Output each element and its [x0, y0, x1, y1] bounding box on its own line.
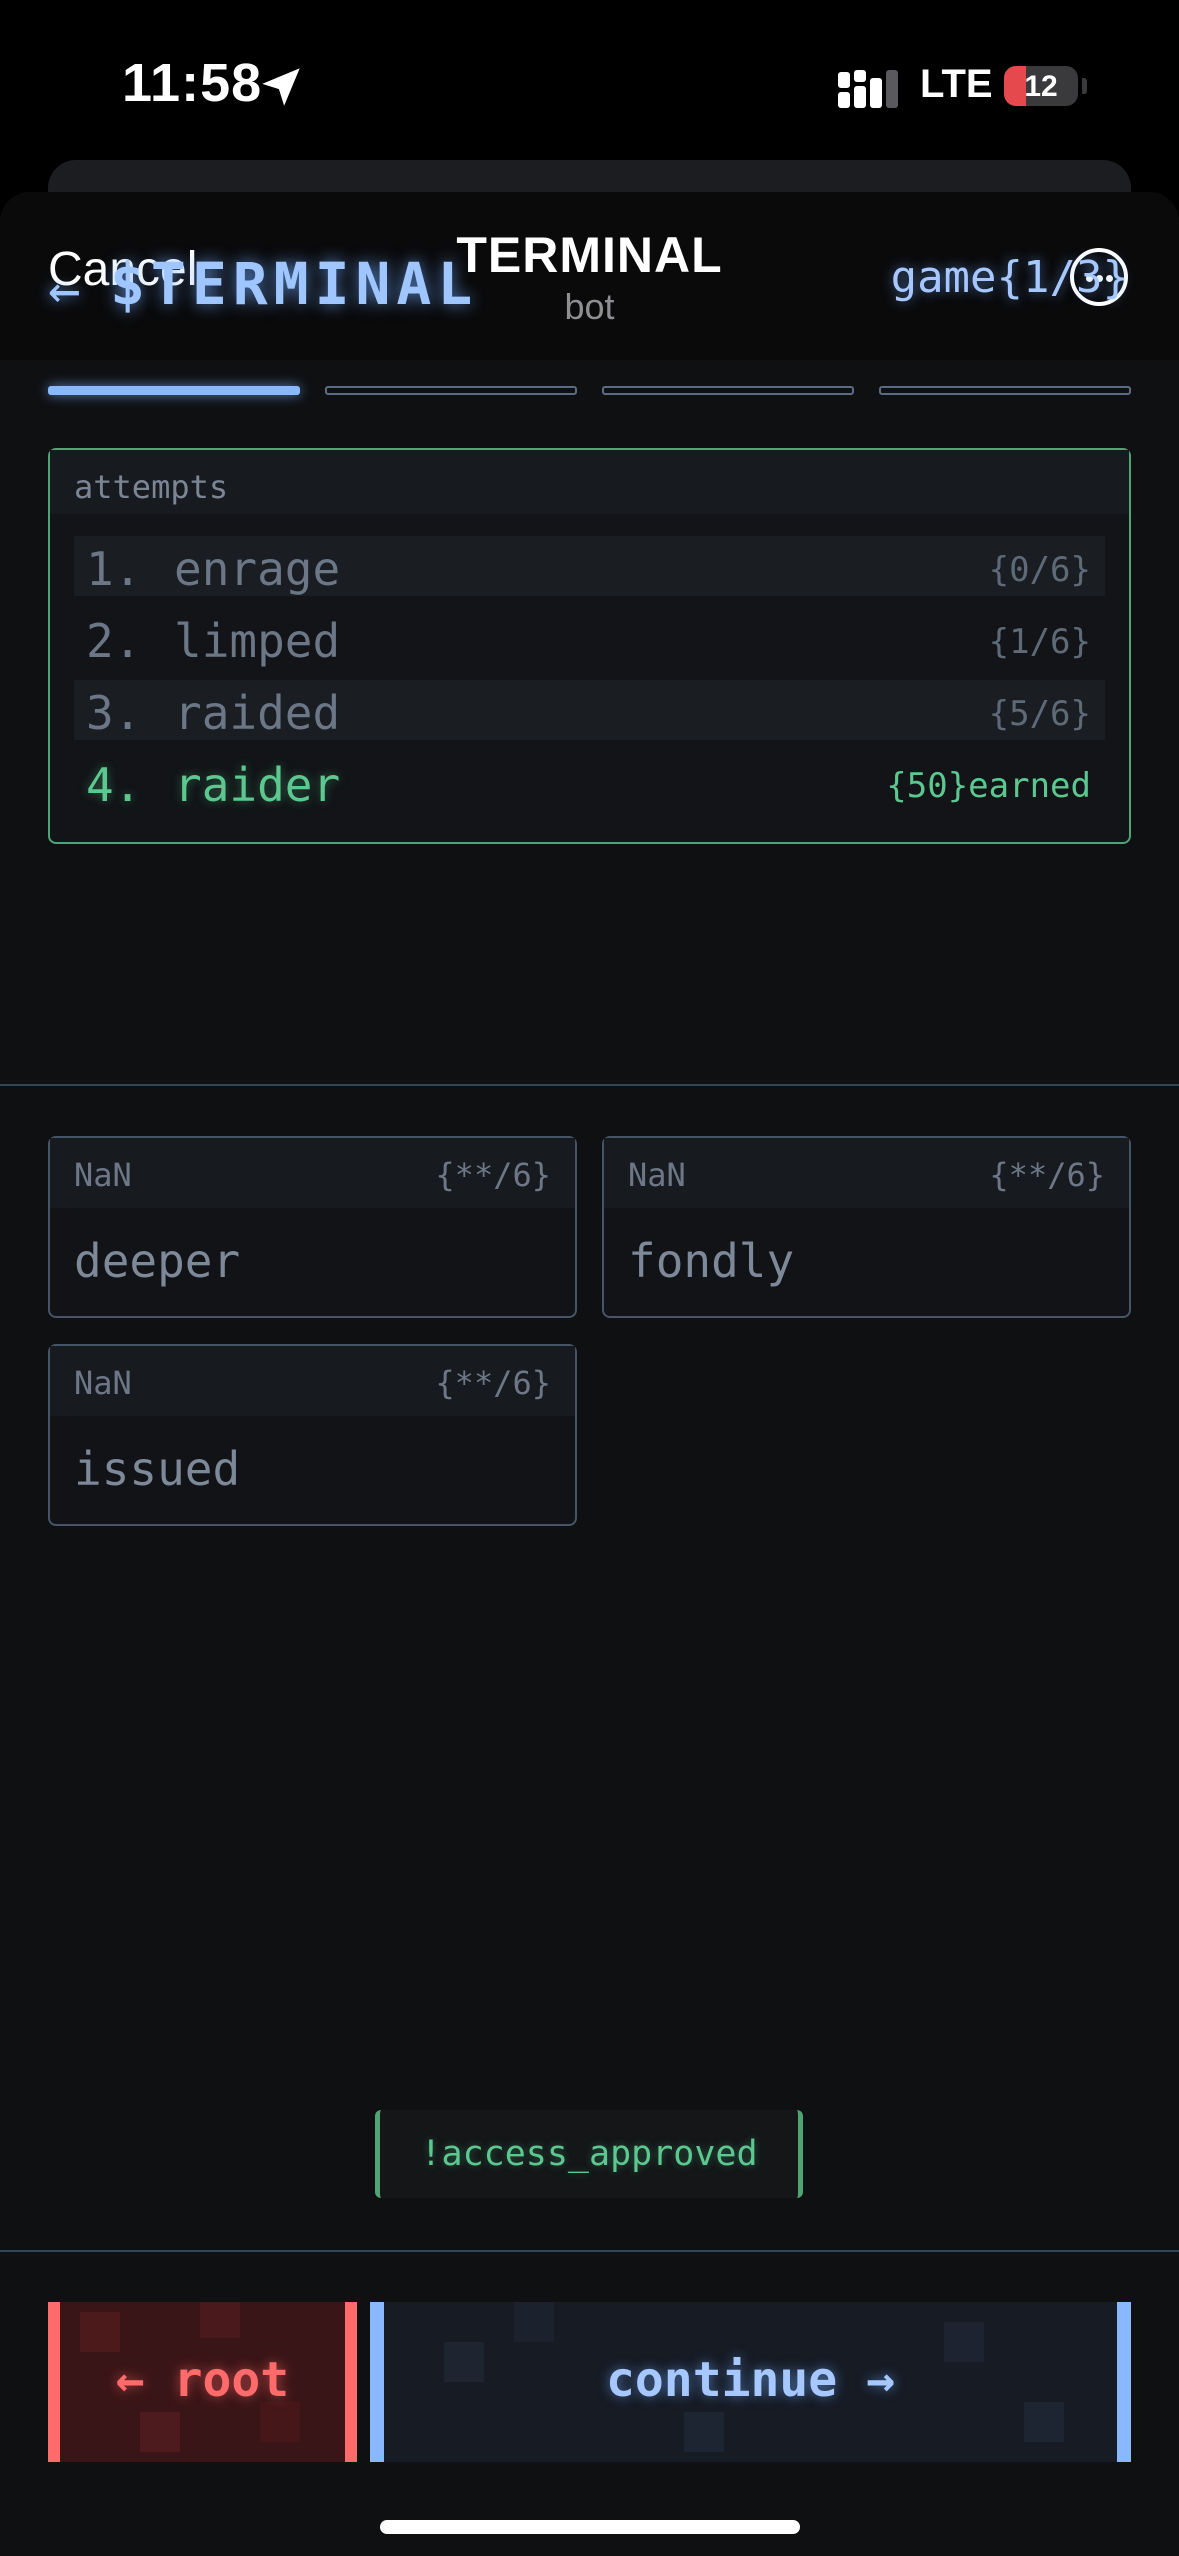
back-arrow-icon[interactable]: ←: [48, 258, 81, 321]
attempt-score: {0/6}: [988, 550, 1091, 590]
attempts-label: attempts: [74, 468, 229, 506]
battery-icon: 12: [1004, 66, 1078, 106]
network-type: LTE: [920, 62, 993, 106]
progress-step-4: [879, 386, 1131, 395]
guess-card[interactable]: NaN {**/6} deeper: [48, 1136, 577, 1318]
root-button[interactable]: ← root: [48, 2302, 357, 2462]
guess-tag: NaN: [74, 1364, 132, 1402]
attempt-number: 4.: [86, 758, 142, 812]
attempt-row-winning: 4. raider {50}earned: [74, 752, 1105, 812]
location-arrow-icon: [262, 68, 300, 106]
continue-button[interactable]: continue →: [370, 2302, 1131, 2462]
access-approved-toast: !access_approved: [375, 2110, 803, 2198]
attempt-score: {1/6}: [988, 622, 1091, 662]
attempt-number: 1.: [86, 542, 142, 596]
guess-word: issued: [74, 1442, 241, 1496]
attempt-row: 2. limped {1/6}: [74, 608, 1105, 668]
attempts-panel: attempts 1. enrage {0/6} 2. limped {1/6}…: [48, 448, 1131, 844]
attempt-word: enrage: [174, 542, 341, 596]
game-counter: game{1/3}: [890, 252, 1129, 303]
attempt-word: raided: [174, 686, 341, 740]
battery-nub: [1082, 78, 1087, 94]
section-divider: [0, 1084, 1179, 1086]
cellular-signal-icon: [838, 70, 898, 108]
attempt-row: 1. enrage {0/6}: [74, 536, 1105, 596]
root-button-label: ← root: [115, 2352, 290, 2408]
app-logo: $TERMINAL: [110, 250, 479, 318]
progress-step-3: [602, 386, 854, 395]
guess-word: fondly: [628, 1234, 795, 1288]
home-indicator: [380, 2520, 800, 2534]
status-bar: 11:58 LTE 12: [0, 0, 1179, 170]
guess-score: {**/6}: [989, 1156, 1105, 1194]
attempt-row: 3. raided {5/6}: [74, 680, 1105, 740]
attempt-number: 2.: [86, 614, 142, 668]
status-time: 11:58: [122, 53, 263, 113]
guess-word: deeper: [74, 1234, 241, 1288]
guess-tag: NaN: [628, 1156, 686, 1194]
toast-text: !access_approved: [420, 2134, 758, 2174]
progress-step-2: [325, 386, 577, 395]
footer-divider: [0, 2250, 1179, 2252]
attempt-word: limped: [174, 614, 341, 668]
guess-score: {**/6}: [435, 1364, 551, 1402]
battery-level: 12: [1024, 70, 1058, 103]
attempt-number: 3.: [86, 686, 142, 740]
guess-score: {**/6}: [435, 1156, 551, 1194]
guess-tag: NaN: [74, 1156, 132, 1194]
progress-step-1: [48, 386, 300, 395]
guess-card[interactable]: NaN {**/6} fondly: [602, 1136, 1131, 1318]
attempt-score: {5/6}: [988, 694, 1091, 734]
attempt-word: raider: [174, 758, 341, 812]
attempts-header: attempts: [50, 450, 1129, 514]
guess-card[interactable]: NaN {**/6} issued: [48, 1344, 577, 1526]
continue-button-label: continue →: [606, 2352, 895, 2408]
attempt-earned: {50}earned: [886, 766, 1091, 806]
